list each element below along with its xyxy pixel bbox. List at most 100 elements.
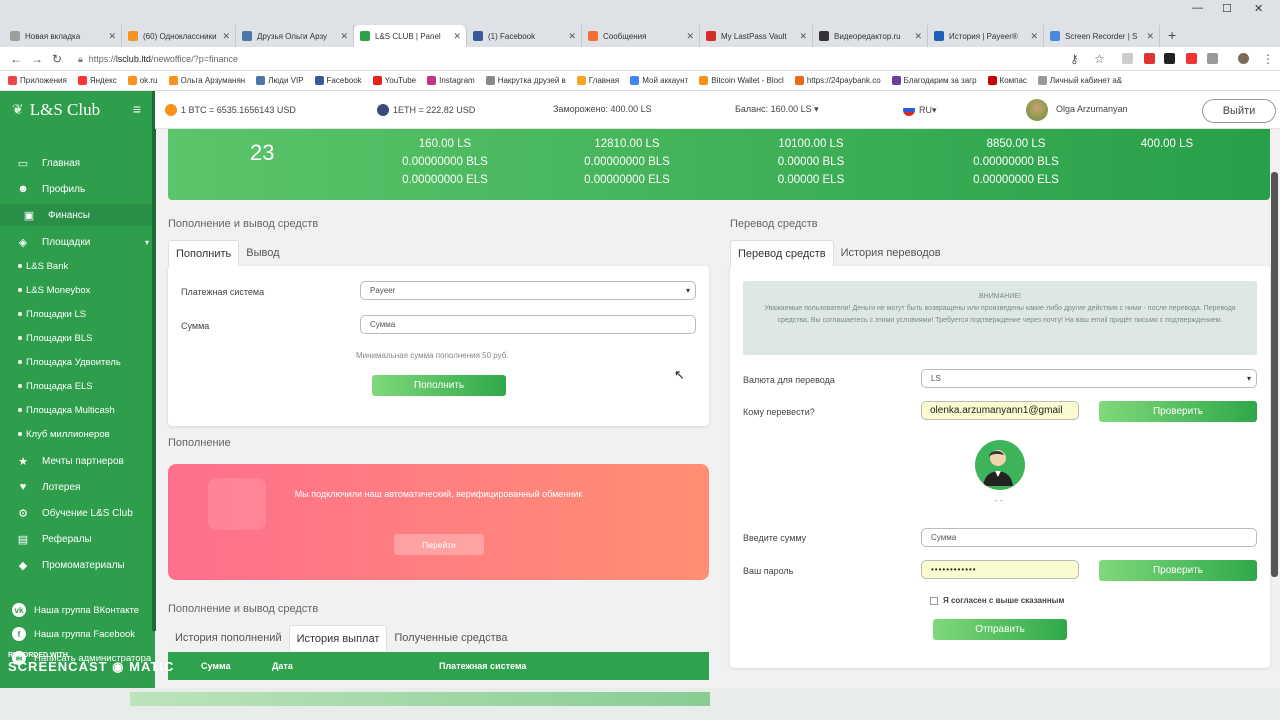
close-tab-icon[interactable]: ✕ — [1030, 31, 1038, 42]
close-tab-icon[interactable]: ✕ — [568, 31, 576, 42]
menu-dots-icon[interactable]: ⋮ — [1262, 52, 1274, 66]
recipient-input[interactable]: olenka.arzumanyann1@gmail — [921, 401, 1079, 420]
hamburger-icon[interactable]: ≡ — [133, 101, 141, 117]
browser-tab[interactable]: L&S CLUB | Panel ✕ — [354, 25, 467, 47]
sidebar-subitem[interactable]: Площадка ELS — [0, 376, 155, 396]
close-tab-icon[interactable]: ✕ — [1146, 31, 1154, 42]
bookmark-item[interactable]: Компас — [987, 76, 1027, 85]
sidebar-item[interactable]: ▣ Финансы — [0, 204, 155, 226]
bookmark-item[interactable]: Благодарим за загр — [891, 76, 977, 85]
bookmark-item[interactable]: Bitcoin Wallet - Blocl — [699, 76, 784, 85]
close-window-icon[interactable]: ✕ — [1254, 2, 1263, 15]
sidebar-item[interactable]: ◆ Промоматериалы — [0, 554, 155, 576]
browser-tab[interactable]: (60) Одноклассники ✕ — [122, 25, 236, 47]
browser-tab[interactable]: Screen Recorder | S ✕ — [1044, 25, 1160, 47]
close-tab-icon[interactable]: ✕ — [914, 31, 922, 42]
sidebar-item[interactable]: ◈ Площадки ▾ — [0, 231, 155, 253]
balance-dropdown[interactable]: Баланс: 160.00 LS ▾ — [735, 104, 819, 115]
language-dropdown[interactable]: RU▾ — [903, 104, 937, 116]
tab-deposit[interactable]: Пополнить — [168, 240, 240, 266]
url-input[interactable]: 🔒︎ https://lsclub.ltd/newoffice/?p=finan… — [74, 50, 1114, 68]
profile-avatar-icon[interactable] — [1238, 53, 1249, 64]
extension-icon[interactable] — [1164, 53, 1175, 64]
tab-transfer-history[interactable]: История переводов — [834, 240, 948, 266]
sidebar-item[interactable]: ★ Мечты партнеров — [0, 450, 155, 472]
bookmark-item[interactable]: Приложения — [8, 76, 67, 85]
exchanger-go-button[interactable]: Перейти — [394, 534, 484, 555]
sidebar-scrollbar[interactable] — [152, 91, 156, 631]
back-icon[interactable]: ← — [10, 52, 22, 66]
page-scrollbar[interactable] — [1271, 172, 1278, 577]
extension-icon[interactable] — [1122, 53, 1133, 64]
browser-tab[interactable]: Сообщения ✕ — [582, 25, 700, 47]
bookmark-item[interactable]: Главная — [576, 76, 619, 85]
close-tab-icon[interactable]: ✕ — [799, 31, 807, 42]
password-input[interactable]: •••••••••••• — [921, 560, 1079, 579]
sidebar-item[interactable]: ☻ Профиль — [0, 178, 155, 200]
sidebar-subitem[interactable]: Площадки LS — [0, 304, 155, 324]
bookmark-star-icon[interactable]: ☆ — [1094, 52, 1105, 66]
bookmark-item[interactable]: Накрутка друзей в — [485, 76, 566, 85]
extension-icon[interactable] — [1186, 53, 1197, 64]
browser-tab[interactable]: История | Payeer® ✕ — [928, 25, 1044, 47]
currency-select[interactable]: LS — [921, 369, 1257, 388]
logo[interactable]: ❦ L&S Club — [0, 91, 155, 129]
tab-transfer[interactable]: Перевод средств — [730, 240, 834, 266]
tab-deposit-history[interactable]: История пополнений — [168, 625, 289, 651]
sidebar-subitem[interactable]: L&S Bank — [0, 256, 155, 276]
tab-withdraw[interactable]: Вывод — [239, 240, 286, 266]
check-recipient-button[interactable]: Проверить — [1099, 401, 1257, 422]
browser-tab[interactable]: My LastPass Vault ✕ — [700, 25, 813, 47]
avatar[interactable] — [1026, 99, 1048, 121]
bookmark-item[interactable]: Личный кабинет a& — [1037, 76, 1122, 85]
browser-tab[interactable]: (1) Facebook ✕ — [467, 25, 582, 47]
sidebar-subitem[interactable]: Площадки BLS — [0, 328, 155, 348]
tab-payout-history[interactable]: История выплат — [288, 625, 388, 651]
tab-received-funds[interactable]: Полученные средства — [387, 625, 514, 651]
sidebar-item[interactable]: vk Наша группа ВКонтакте — [0, 599, 155, 621]
deposit-submit-button[interactable]: Пополнить — [372, 375, 506, 396]
sidebar-item[interactable]: ⚙ Обучение L&S Club — [0, 502, 155, 524]
bookmark-item[interactable]: https://24paybank.co — [794, 76, 881, 85]
extension-icon[interactable] — [1144, 53, 1155, 64]
sidebar-subitem[interactable]: L&S Moneybox — [0, 280, 155, 300]
close-tab-icon[interactable]: ✕ — [340, 31, 348, 42]
bookmark-item[interactable]: Ольга Арзуманян — [168, 76, 245, 85]
browser-tab[interactable]: Новая вкладка ✕ — [4, 25, 122, 47]
agree-checkbox[interactable] — [930, 596, 938, 605]
check-password-button[interactable]: Проверить — [1099, 560, 1257, 581]
forward-icon[interactable]: → — [31, 52, 43, 66]
bookmark-item[interactable]: Facebook — [314, 76, 362, 85]
extension-icon[interactable] — [1207, 53, 1218, 64]
new-tab-button[interactable]: + — [1168, 27, 1176, 43]
sidebar-item[interactable]: ▤ Рефералы — [0, 528, 155, 550]
sidebar-item[interactable]: ▭ Главная — [0, 152, 155, 174]
browser-tab[interactable]: Видеоредактор.ru ✕ — [813, 25, 928, 47]
sidebar-subitem[interactable]: Клуб миллионеров — [0, 424, 155, 444]
close-tab-icon[interactable]: ✕ — [108, 31, 116, 42]
close-tab-icon[interactable]: ✕ — [222, 31, 230, 42]
browser-tab[interactable]: Друзья Ольги Арзу ✕ — [236, 25, 354, 47]
sidebar-subitem[interactable]: Площадка Удвоитель — [0, 352, 155, 372]
sidebar-subitem[interactable]: Площадка Multicash — [0, 400, 155, 420]
sidebar-item[interactable]: f Наша группа Facebook — [0, 623, 155, 645]
close-tab-icon[interactable]: ✕ — [453, 31, 461, 42]
reload-icon[interactable]: ↻ — [52, 52, 62, 66]
user-name[interactable]: Olga Arzumanyan — [1056, 104, 1128, 114]
agree-checkbox-row[interactable]: Я согласен с выше сказанным — [930, 596, 1064, 605]
bookmark-item[interactable]: Люди VIP — [256, 76, 304, 85]
payment-system-select[interactable]: Payeer — [360, 281, 696, 300]
close-tab-icon[interactable]: ✕ — [686, 31, 694, 42]
maximize-icon[interactable]: ☐ — [1222, 2, 1232, 15]
deposit-amount-input[interactable]: Сумма — [360, 315, 696, 334]
bookmark-item[interactable]: Мой аккаунт — [630, 76, 688, 85]
send-transfer-button[interactable]: Отправить — [933, 619, 1067, 640]
sidebar-item[interactable]: ♥ Лотерея — [0, 476, 155, 498]
transfer-amount-input[interactable]: Сумма — [921, 528, 1257, 547]
minimize-icon[interactable]: — — [1192, 2, 1203, 14]
key-icon[interactable]: ⚷ — [1070, 52, 1079, 66]
bookmark-item[interactable]: Instagram — [427, 76, 475, 85]
bookmark-item[interactable]: Яндекс — [77, 76, 117, 85]
bookmark-item[interactable]: YouTube — [372, 76, 416, 85]
bookmark-item[interactable]: ok.ru — [127, 76, 158, 85]
